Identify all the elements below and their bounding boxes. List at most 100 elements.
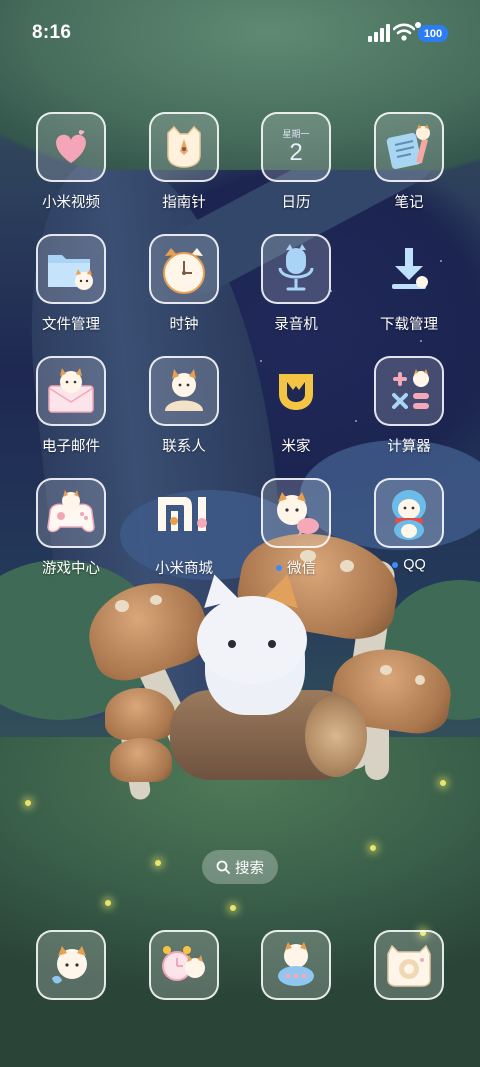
app-mi-store[interactable]: 小米商城 (134, 478, 234, 578)
app-label: 计算器 (387, 439, 431, 455)
app-tile[interactable] (36, 356, 106, 426)
app-label: 小米视频 (42, 195, 100, 211)
gamepad-icon (47, 490, 95, 533)
app-compass[interactable]: 指南针 (134, 112, 234, 212)
app-label: 游戏中心 (42, 561, 100, 577)
battery-indicator: 100 (415, 22, 448, 42)
app-label-text: 微信 (287, 561, 316, 577)
app-tile[interactable] (374, 112, 444, 182)
app-tile[interactable] (374, 234, 444, 304)
cat-camera-icon (387, 944, 431, 987)
app-tile[interactable] (261, 356, 331, 426)
star (355, 420, 357, 422)
cat-eye (268, 640, 276, 648)
app-tile[interactable]: 星期一 2 (261, 112, 331, 182)
status-bar: 8:16 100 (0, 0, 480, 64)
search-button[interactable]: 搜索 (202, 850, 278, 884)
app-label: 日历 (281, 195, 311, 211)
log-end (305, 695, 367, 777)
app-tile[interactable] (374, 930, 444, 1000)
app-notes[interactable]: 笔记 (359, 112, 459, 212)
app-tile[interactable] (149, 478, 219, 548)
app-label: 录音机 (274, 317, 318, 333)
app-tile[interactable] (149, 112, 219, 182)
cat-eye (228, 640, 236, 648)
mushroom-cap (105, 688, 175, 740)
mushroom-spot (380, 665, 392, 675)
firefly (370, 845, 376, 851)
mushroom-spot (150, 595, 162, 605)
cat-alarm-icon (162, 946, 205, 981)
app-email[interactable]: 电子邮件 (21, 356, 121, 456)
app-mijia[interactable]: 米家 (246, 356, 346, 456)
cat-phone-icon (52, 946, 87, 984)
app-label: 电子邮件 (42, 439, 100, 455)
dock-app-messages[interactable] (246, 930, 346, 1000)
mijia-logo-icon (279, 374, 313, 410)
cat-head (197, 596, 307, 684)
app-label-text: QQ (403, 557, 426, 573)
app-calculator[interactable]: 计算器 (359, 356, 459, 456)
app-tile[interactable] (36, 112, 106, 182)
firefly (105, 900, 111, 906)
firefly (230, 905, 236, 911)
app-contacts[interactable]: 联系人 (134, 356, 234, 456)
calculator-icon (392, 369, 429, 409)
app-file-manager[interactable]: 文件管理 (21, 234, 121, 334)
dock-app-alarm[interactable] (134, 930, 234, 1000)
search-icon (216, 860, 230, 874)
notification-dot (276, 564, 282, 571)
firefly (155, 860, 161, 866)
app-calendar[interactable]: 星期一 2 日历 (246, 112, 346, 212)
app-qq[interactable]: QQ (359, 478, 459, 573)
app-tile[interactable] (36, 930, 106, 1000)
app-tile[interactable] (261, 234, 331, 304)
contact-icon (165, 369, 203, 411)
app-wechat[interactable]: 微信 (246, 478, 346, 578)
mi-store-logo-icon (158, 497, 207, 531)
folder-icon (48, 255, 93, 290)
notes-icon (386, 124, 430, 170)
app-game-center[interactable]: 游戏中心 (21, 478, 121, 578)
chat-bubble-icon (277, 492, 319, 536)
clock-icon (163, 248, 205, 294)
app-tile[interactable] (36, 478, 106, 548)
status-time: 8:16 (32, 22, 72, 43)
envelope-icon (48, 368, 94, 413)
app-label: 时钟 (169, 317, 199, 333)
app-tile[interactable] (261, 478, 331, 548)
search-label: 搜索 (235, 860, 264, 877)
firefly (440, 780, 446, 786)
app-label: 指南针 (162, 195, 206, 211)
cellular-signal-icon (368, 24, 390, 42)
penguin-icon (392, 490, 426, 540)
cat-message-icon (278, 942, 314, 986)
app-label: 微信 (276, 557, 316, 578)
dock-app-phone[interactable] (21, 930, 121, 1000)
mushroom-cap (110, 738, 172, 782)
download-icon (392, 248, 428, 289)
wifi-icon (393, 23, 415, 41)
star (420, 340, 422, 342)
app-label: 下载管理 (380, 317, 438, 333)
app-tile[interactable] (36, 234, 106, 304)
app-label: QQ (392, 557, 426, 573)
calendar-weekday: 星期一 (282, 128, 310, 139)
app-tile[interactable] (374, 356, 444, 426)
app-label: 米家 (281, 439, 311, 455)
app-downloads[interactable]: 下载管理 (359, 234, 459, 334)
firefly (25, 800, 31, 806)
microphone-icon (278, 244, 314, 291)
dock-app-camera[interactable] (359, 930, 459, 1000)
app-mi-video[interactable]: 小米视频 (21, 112, 121, 212)
app-recorder[interactable]: 录音机 (246, 234, 346, 334)
app-tile[interactable] (374, 478, 444, 548)
app-tile[interactable] (149, 234, 219, 304)
app-tile[interactable] (149, 930, 219, 1000)
app-label: 小米商城 (155, 561, 213, 577)
mushroom-spot (115, 600, 129, 612)
app-clock[interactable]: 时钟 (134, 234, 234, 334)
app-tile[interactable] (261, 930, 331, 1000)
compass-icon (167, 125, 201, 168)
app-tile[interactable] (149, 356, 219, 426)
